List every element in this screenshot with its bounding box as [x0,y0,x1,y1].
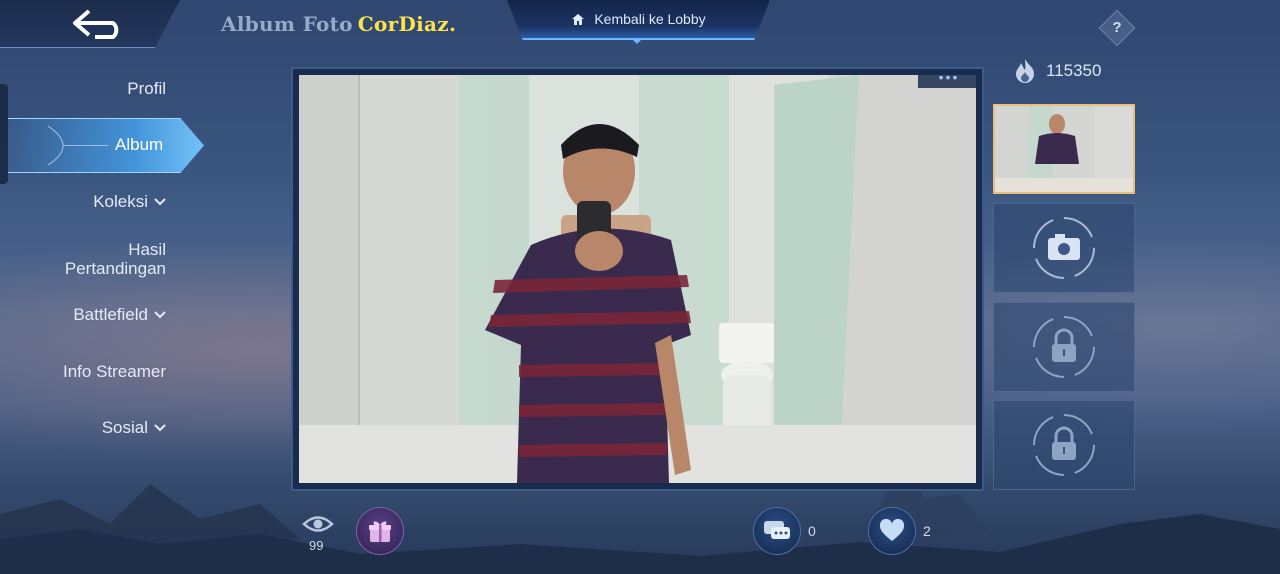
photo-viewer[interactable] [291,67,984,491]
album-photo [299,75,976,483]
sidebar-item-koleksi[interactable]: Koleksi [93,192,166,211]
lock-icon [1033,316,1095,378]
chevron-down-icon [154,197,166,205]
like-count: 2 [923,523,931,539]
player-name: CorDiaz. [357,12,457,36]
like-button[interactable] [868,507,916,555]
camera-icon [1033,217,1095,279]
lock-icon [1033,414,1095,476]
album-slot-add-photo[interactable] [993,203,1135,293]
chevron-down-icon [154,423,166,431]
sidebar-item-label: Sosial [101,418,148,437]
photo-thumbnail [995,106,1133,192]
sidebar-item-info-streamer[interactable]: Info Streamer [63,362,166,381]
sidebar-item-label: Koleksi [93,192,148,211]
back-to-lobby-label: Kembali ke Lobby [594,11,706,27]
sidebar-item-label: Battlefield [73,305,148,324]
sidebar-item-label-line1: Hasil [128,240,166,259]
popularity-value: 115350 [1046,61,1102,80]
page-title-prefix: Album Foto [221,12,353,36]
help-icon: ? [1112,19,1122,36]
sidebar-item-battlefield[interactable]: Battlefield [73,305,166,324]
comment-count: 0 [808,523,816,539]
sidebar-handle[interactable] [0,84,8,184]
view-count: 99 [309,538,324,553]
popularity-counter: 115350 [1014,58,1101,84]
photo-options-button[interactable]: ••• [918,70,980,88]
back-to-lobby-button[interactable]: Kembali ke Lobby [507,0,770,40]
sidebar-item-label: Album [115,135,164,154]
active-tab-decoration [47,125,108,166]
comment-button[interactable] [753,507,801,555]
back-button[interactable] [0,0,180,48]
gift-button[interactable] [356,507,404,555]
home-icon [572,13,585,25]
chat-icon [764,521,790,539]
sidebar-item-sosial[interactable]: Sosial [102,418,166,437]
lobby-notch-decoration [631,38,643,44]
album-slot-locked [993,302,1135,392]
mirror-selfie-illustration [299,75,976,483]
chevron-down-icon [154,310,166,318]
page-title: Album Foto CorDiaz. [221,12,456,36]
album-slot-locked [993,400,1135,490]
sidebar-item-profil[interactable]: Profil [127,79,166,98]
sidebar-item-label: Profil [127,79,166,98]
gift-icon [369,521,391,542]
sidebar-item-label: Info Streamer [63,362,166,381]
sidebar-item-hasil-pertandingan[interactable]: Hasil Pertandingan [65,240,166,278]
eye-icon [302,516,334,532]
sidebar-item-label-line2: Pertandingan [64,259,166,278]
heart-icon [879,519,905,541]
album-slot-photo[interactable] [993,104,1135,194]
back-arrow-icon [73,8,119,39]
fire-icon [1016,59,1034,83]
